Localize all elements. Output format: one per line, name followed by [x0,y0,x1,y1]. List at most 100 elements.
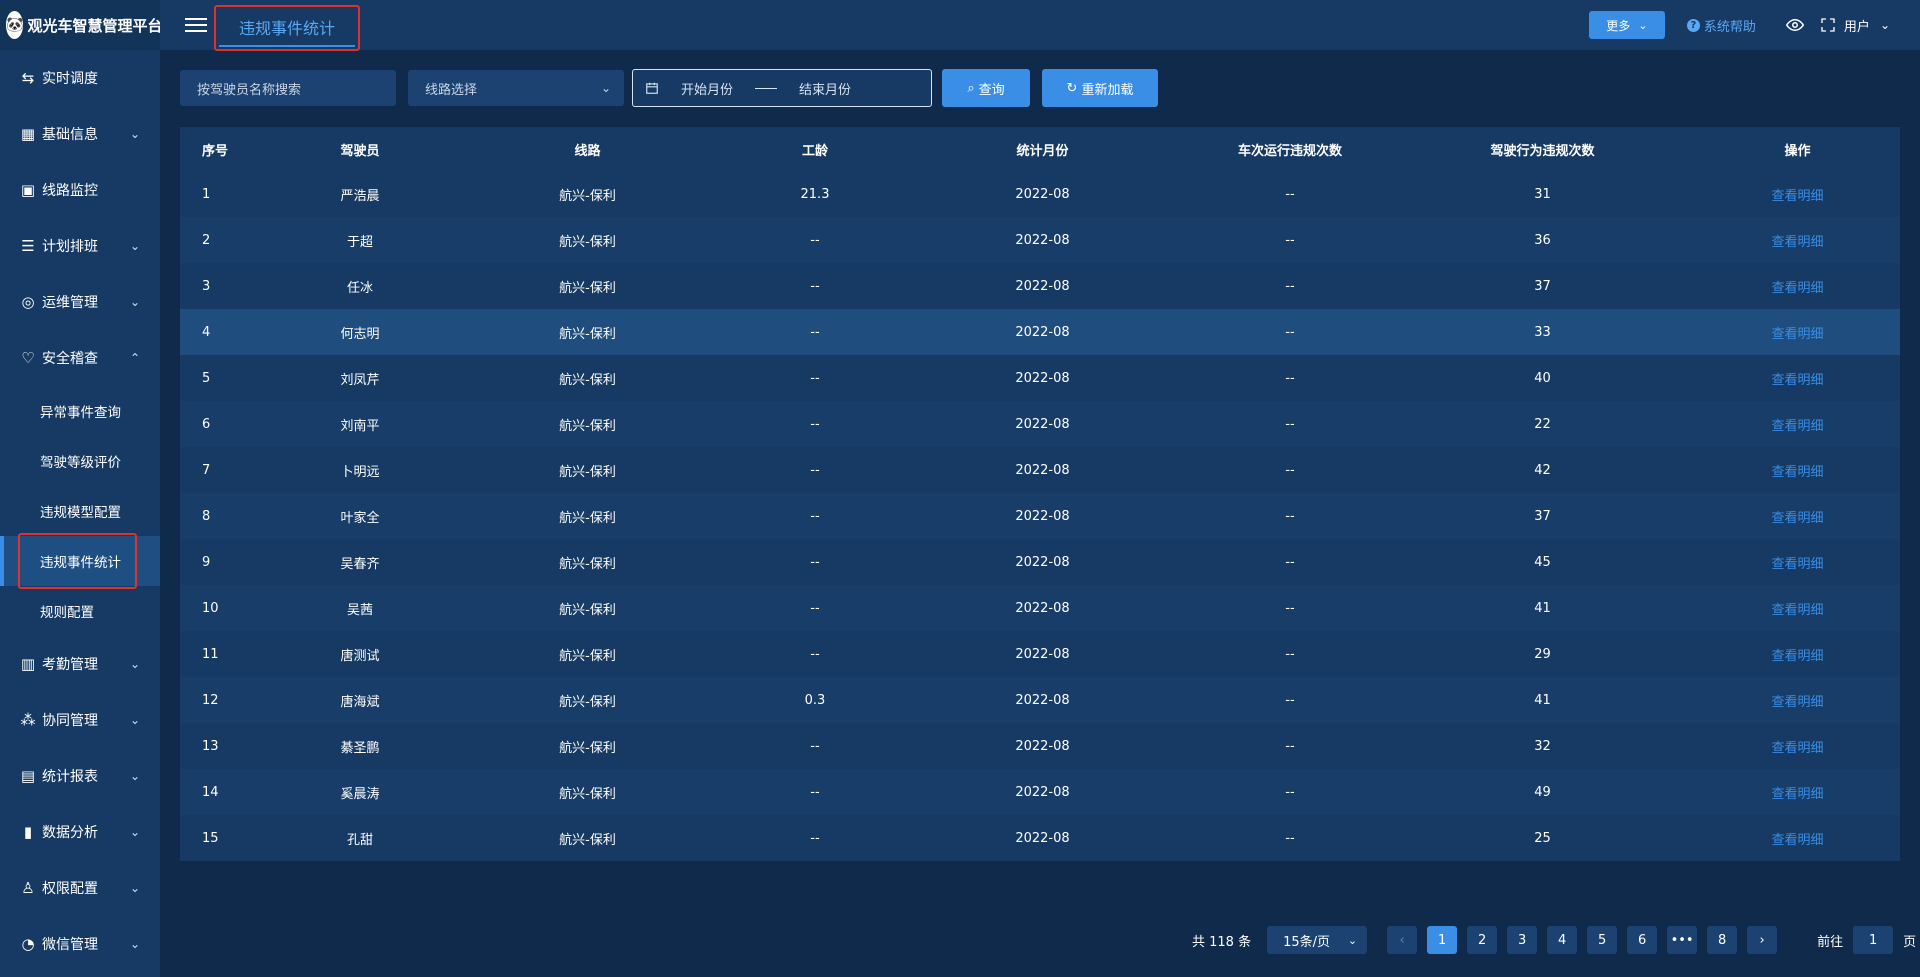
table-cell: -- [1285,830,1295,846]
sidebar-subitem-violation-stats[interactable]: 违规事件统计 [0,536,160,586]
table-row[interactable]: 8 叶家全 航兴-保利 -- 2022-08 -- 37 查看明细 [180,493,1900,539]
page-number-button[interactable]: 1 [1427,926,1458,954]
table-row[interactable]: 3 任冰 航兴-保利 -- 2022-08 -- 37 查看明细 [180,263,1900,309]
table-row[interactable]: 7 卜明远 航兴-保利 -- 2022-08 -- 42 查看明细 [180,447,1900,493]
sidebar-subitem-rule-config[interactable]: 规则配置 [0,586,160,636]
help-label: 系统帮助 [1703,19,1756,35]
tab-violation-stats[interactable]: 违规事件统计 [214,5,360,51]
view-detail-cell: 查看明细 [1695,217,1900,263]
column-header: 线路 [440,127,735,171]
calendar-icon: ▥ [20,655,36,673]
table-row[interactable]: 11 唐测试 航兴-保利 -- 2022-08 -- 29 查看明细 [180,631,1900,677]
sidebar-item-label: 统计报表 [42,769,98,785]
table-row[interactable]: 9 吴春齐 航兴-保利 -- 2022-08 -- 45 查看明细 [180,539,1900,585]
view-detail-link[interactable]: 查看明细 [1771,465,1823,480]
view-detail-link[interactable]: 查看明细 [1771,189,1823,204]
table-row[interactable]: 13 綦圣鹏 航兴-保利 -- 2022-08 -- 32 查看明细 [180,723,1900,769]
sidebar-subitem-violation-model[interactable]: 违规模型配置 [0,486,160,536]
table-row[interactable]: 4 何志明 航兴-保利 -- 2022-08 -- 33 查看明细 [180,309,1900,355]
page-number-button[interactable]: 8 [1707,926,1738,954]
hamburger-menu-icon[interactable] [185,14,207,36]
sidebar-item-route-monitor[interactable]: ▣ 线路监控 [0,162,160,218]
table-row[interactable]: 15 孔甜 航兴-保利 -- 2022-08 -- 25 查看明细 [180,815,1900,861]
table-cell: 45 [1534,554,1551,570]
sidebar: 🐼 观光车智慧管理平台 ⇆ 实时调度 ▦ 基础信息 ⌄ ▣ 线路监控 ☰ 计划排… [0,0,162,977]
sidebar-item-wechat[interactable]: ◔ 微信管理 ⌄ [0,916,160,972]
more-button[interactable]: 更多 ⌄ [1588,11,1665,39]
table-row[interactable]: 12 唐海斌 航兴-保利 0.3 2022-08 -- 41 查看明细 [180,677,1900,723]
query-button[interactable]: ⌕ 查询 [942,69,1030,107]
table-cell: 41 [1534,692,1551,708]
driver-search-input[interactable]: 按驾驶员名称搜索 [180,70,396,106]
view-detail-link[interactable]: 查看明细 [1771,649,1823,664]
sidebar-subitem-driving-rating[interactable]: 驾驶等级评价 [0,436,160,486]
table-header-row: 序号 驾驶员 线路 工龄 统计月份 车次运行违规次数 驾驶行为违规次数 操作 [180,127,1900,171]
header-actions: 更多 ⌄ ? 系统帮助 用户 ⌄ [1588,0,1920,50]
calendar-icon [646,82,658,94]
table-row[interactable]: 6 刘南平 航兴-保利 -- 2022-08 -- 22 查看明细 [180,401,1900,447]
view-detail-link[interactable]: 查看明细 [1771,281,1823,296]
sidebar-item-attendance[interactable]: ▥ 考勤管理 ⌄ [0,636,160,692]
table-cell: 2022-08 [1015,186,1070,202]
page-size-select[interactable]: 15条/页 ⌄ [1267,926,1368,954]
page-number-button[interactable]: 4 [1547,926,1578,954]
page-number-button[interactable]: 6 [1627,926,1658,954]
table-cell: -- [1285,554,1295,570]
view-detail-link[interactable]: 查看明细 [1771,833,1823,848]
sidebar-item-basic-info[interactable]: ▦ 基础信息 ⌄ [0,106,160,162]
route-select[interactable]: 线路选择 ⌄ [408,70,624,106]
start-month-input[interactable]: 开始月份 [681,79,733,98]
tab-label: 违规事件统计 [218,15,355,47]
view-detail-link[interactable]: 查看明细 [1771,419,1823,434]
view-detail-link[interactable]: 查看明细 [1771,787,1823,802]
reload-button[interactable]: ↻ 重新加载 [1042,69,1158,107]
view-detail-link[interactable]: 查看明细 [1771,511,1823,526]
view-detail-link[interactable]: 查看明细 [1771,557,1823,572]
page-number-button[interactable]: 2 [1467,926,1498,954]
sidebar-item-safety-inspection[interactable]: ♡ 安全稽查 ⌃ [0,330,160,386]
sidebar-item-label: 数据分析 [42,825,98,841]
sidebar-item-data-analysis[interactable]: ▮ 数据分析 ⌄ [0,804,160,860]
sidebar-subitem-abnormal-events[interactable]: 异常事件查询 [0,386,160,436]
table-cell: 32 [1534,738,1551,754]
sidebar-item-label: 线路监控 [42,183,98,199]
prev-page-button[interactable]: ‹ [1387,926,1418,954]
table-cell: 37 [1534,508,1551,524]
end-month-input[interactable]: 结束月份 [799,79,851,98]
table-row[interactable]: 14 奚晨涛 航兴-保利 -- 2022-08 -- 49 查看明细 [180,769,1900,815]
sidebar-item-realtime-dispatch[interactable]: ⇆ 实时调度 [0,50,160,106]
fullscreen-icon[interactable] [1820,17,1836,33]
next-page-button[interactable]: › [1747,926,1778,954]
eye-icon[interactable] [1785,16,1804,34]
sidebar-item-collaboration[interactable]: ⁂ 协同管理 ⌄ [0,692,160,748]
system-help-link[interactable]: ? 系统帮助 [1686,16,1756,35]
table-cell: 于超 [346,234,373,250]
route-select-placeholder: 线路选择 [425,82,478,98]
table-cell: 航兴-保利 [559,326,616,342]
view-detail-link[interactable]: 查看明细 [1771,695,1823,710]
view-detail-link[interactable]: 查看明细 [1771,741,1823,756]
view-detail-link[interactable]: 查看明细 [1771,603,1823,618]
table-row[interactable]: 1 严浩晨 航兴-保利 21.3 2022-08 -- 31 查看明细 [180,171,1900,217]
table-row[interactable]: 10 吴茜 航兴-保利 -- 2022-08 -- 41 查看明细 [180,585,1900,631]
goto-page-input[interactable]: 1 [1853,926,1894,954]
table-cell: 2022-08 [1015,278,1070,294]
table-cell: 2022-08 [1015,232,1070,248]
view-detail-link[interactable]: 查看明细 [1771,373,1823,388]
view-detail-link[interactable]: 查看明细 [1771,235,1823,250]
sidebar-item-permissions[interactable]: ♙ 权限配置 ⌄ [0,860,160,916]
page-number-button[interactable]: 5 [1587,926,1618,954]
user-menu[interactable]: 用户 ⌄ [1844,16,1890,35]
app-logo[interactable]: 🐼 观光车智慧管理平台 [0,0,162,50]
view-detail-cell: 查看明细 [1695,769,1900,815]
view-detail-link[interactable]: 查看明细 [1771,327,1823,342]
sidebar-item-schedule[interactable]: ☰ 计划排班 ⌄ [0,218,160,274]
view-detail-cell: 查看明细 [1695,723,1900,769]
page-number-button[interactable]: 3 [1507,926,1538,954]
sidebar-item-maintenance[interactable]: ◎ 运维管理 ⌄ [0,274,160,330]
table-row[interactable]: 5 刘凤芹 航兴-保利 -- 2022-08 -- 40 查看明细 [180,355,1900,401]
month-range-picker[interactable]: 开始月份 结束月份 [632,69,932,107]
more-pages-button[interactable]: ••• [1667,926,1698,954]
table-row[interactable]: 2 于超 航兴-保利 -- 2022-08 -- 36 查看明细 [180,217,1900,263]
sidebar-item-reports[interactable]: ▤ 统计报表 ⌄ [0,748,160,804]
